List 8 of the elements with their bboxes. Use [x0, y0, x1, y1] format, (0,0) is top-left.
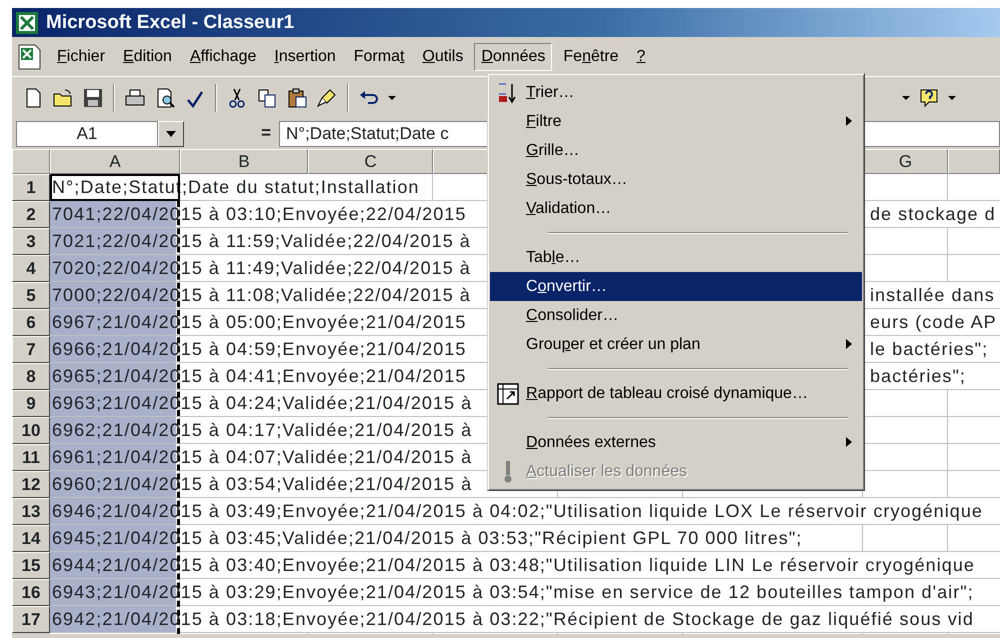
cell-text: 6963;21/04/2015 à 04:24;Validée;21/04/2015 à: [50, 390, 474, 416]
cell-text: 6960;21/04/2015 à 03:54;Validée;21/04/2015 à: [50, 471, 474, 497]
cell-text: 7021;22/04/2015 à 11:59;Validée;22/04/2015 à: [50, 228, 473, 254]
cell-text: 7020;22/04/2015 à 11:49;Validée;22/04/2015 à: [50, 255, 473, 281]
cell-text: 6962;21/04/2015 à 04:17;Validée;21/04/2015 à: [50, 417, 474, 443]
cell-text: 7000;22/04/2015 à 11:08;Validée;22/04/2015 à: [50, 282, 473, 308]
window-title: Microsoft Excel - Classeur1: [46, 11, 294, 35]
cell-text: 6961;21/04/2015 à 04:07;Validée;21/04/2015 à: [50, 444, 474, 470]
